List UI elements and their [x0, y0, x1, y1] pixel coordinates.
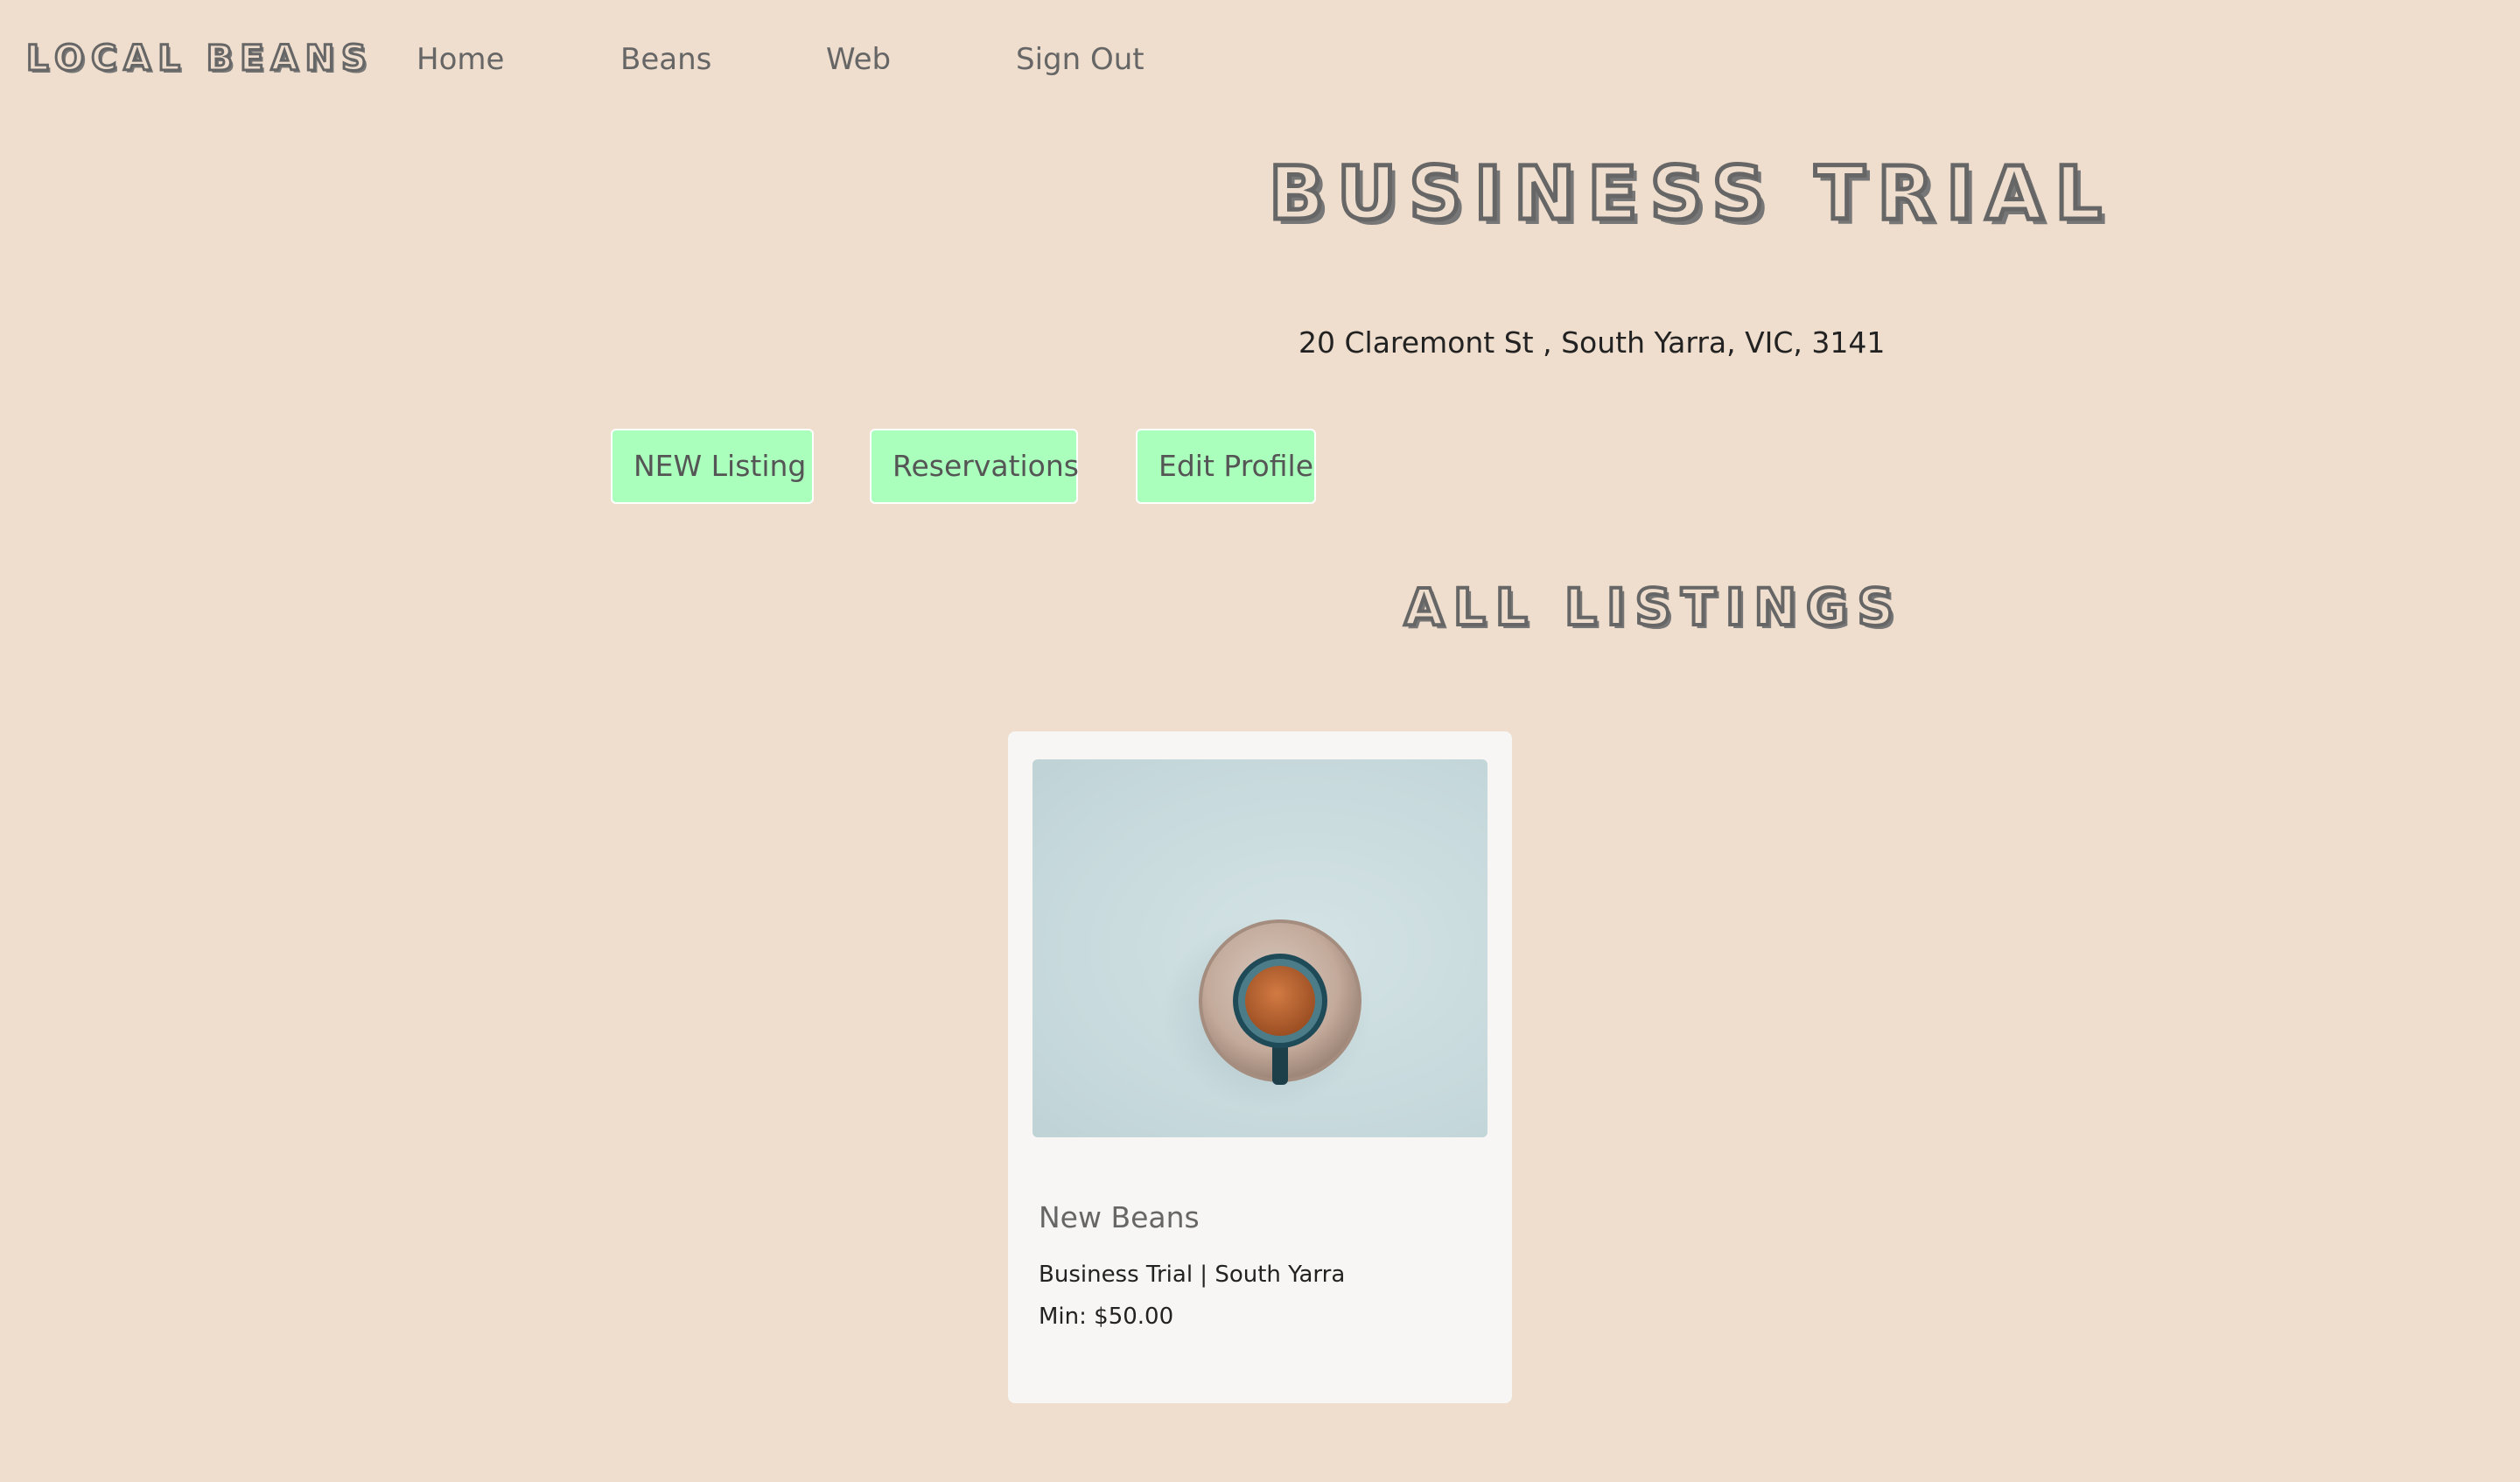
- nav-beans-link[interactable]: Beans: [620, 42, 711, 77]
- listing-subtitle: Business Trial | South Yarra: [1039, 1262, 1346, 1288]
- business-address: 20 Claremont St , South Yarra, VIC, 3141: [1298, 325, 1886, 360]
- nav-home-link[interactable]: Home: [416, 42, 504, 77]
- listing-min-price: Min: $50.00: [1039, 1304, 1174, 1330]
- new-listing-button[interactable]: NEW Listing: [611, 429, 814, 504]
- site-logo[interactable]: Local Beans: [25, 38, 374, 80]
- coffee-cup-icon: [1162, 917, 1372, 1109]
- business-title: Business Trial: [1267, 149, 2114, 239]
- edit-profile-button[interactable]: Edit Profile: [1136, 429, 1316, 504]
- all-listings-heading: All Listings: [1403, 576, 1904, 639]
- listing-title: New Beans: [1039, 1200, 1200, 1234]
- reservations-button[interactable]: Reservations: [870, 429, 1079, 504]
- nav-sign-out-link[interactable]: Sign Out: [1016, 42, 1144, 77]
- nav-web-link[interactable]: Web: [826, 42, 891, 77]
- listing-card[interactable]: New Beans Business Trial | South Yarra M…: [1008, 731, 1512, 1403]
- listing-image: [1032, 759, 1488, 1137]
